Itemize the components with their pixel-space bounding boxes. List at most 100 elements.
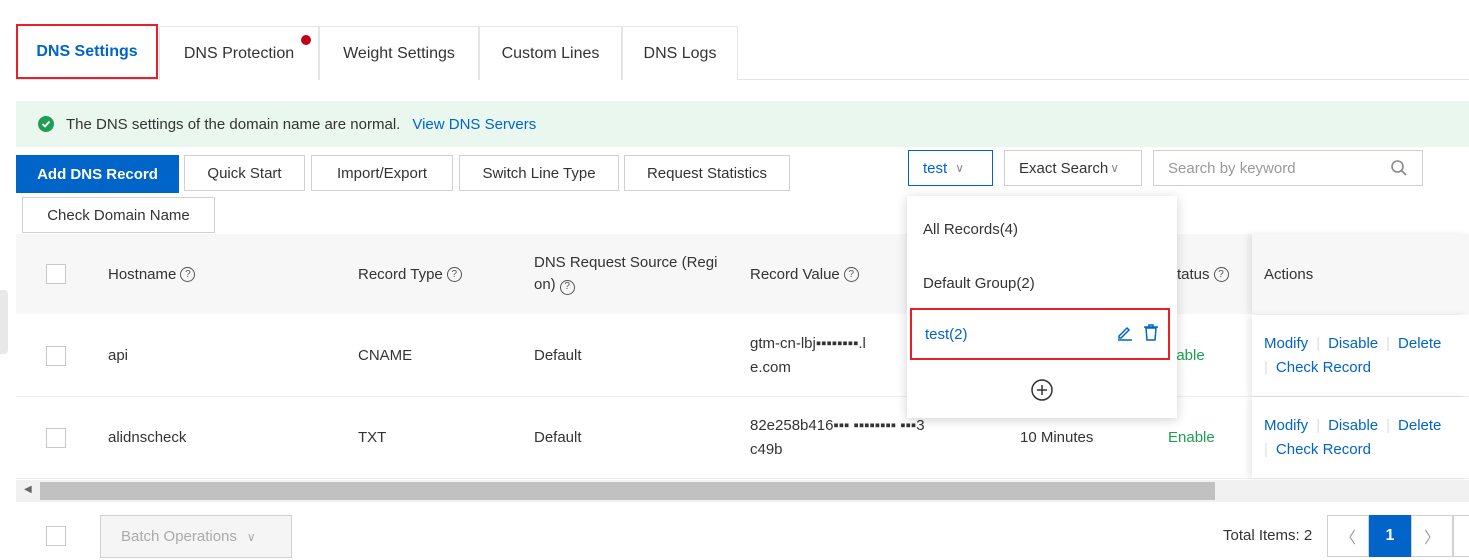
check-record-link[interactable]: Check Record <box>1276 441 1371 458</box>
value-line: c49b <box>750 440 783 458</box>
dropdown-item-default-group[interactable]: Default Group(2) <box>907 256 1177 310</box>
header-label: Record Type <box>358 265 443 283</box>
search-mode-value: Exact Search <box>1019 159 1109 177</box>
tab-label: DNS Protection <box>183 44 295 62</box>
dropdown-item-label: test(2) <box>925 325 968 343</box>
status-notice: The DNS settings of the domain name are … <box>16 101 1469 147</box>
hostname-cell: alidnscheck <box>108 429 187 446</box>
actions-header-col: Actions <box>1252 234 1469 314</box>
help-icon[interactable]: ? <box>843 266 859 282</box>
search-icon[interactable] <box>1390 159 1408 181</box>
notice-text: The DNS settings of the domain name are … <box>66 115 401 133</box>
batch-operations-select[interactable]: Batch Operations ∨ <box>100 515 292 558</box>
actions-cell: Modify | Disable | Delete | Check Record <box>1252 397 1469 478</box>
switch-line-type-button[interactable]: Switch Line Type <box>459 155 619 191</box>
header-hostname: Hostname? <box>108 234 196 314</box>
header-label: DNS Request Source (Regi <box>534 254 718 271</box>
record-type-cell: CNAME <box>358 347 413 364</box>
record-value-cell: gtm-cn-lbj▪▪▪▪▪▪▪▪.l e.com <box>750 315 866 396</box>
notification-dot <box>301 35 311 45</box>
page-size-button[interactable] <box>1453 515 1469 557</box>
left-panel-grip[interactable] <box>0 290 8 354</box>
check-domain-name-button[interactable]: Check Domain Name <box>22 197 215 233</box>
value-line: e.com <box>750 358 791 376</box>
tab-dns-logs[interactable]: DNS Logs <box>622 26 738 80</box>
tab-dns-protection[interactable]: DNS Protection <box>159 26 319 80</box>
prev-page-button[interactable]: 〈 <box>1327 515 1369 557</box>
row-checkbox[interactable] <box>46 427 66 448</box>
tab-label: DNS Settings <box>36 42 138 60</box>
help-icon[interactable]: ? <box>1213 266 1229 282</box>
actions-cell: Modify | Disable | Delete | Check Record <box>1252 315 1469 396</box>
dropdown-item-all-records[interactable]: All Records(4) <box>907 202 1177 256</box>
help-icon[interactable]: ? <box>180 266 196 282</box>
help-icon[interactable]: ? <box>446 266 462 282</box>
header-record-value: Record Value? <box>750 234 859 314</box>
tab-dns-settings[interactable]: DNS Settings <box>16 24 158 79</box>
header-label: Record Value <box>750 265 840 283</box>
value-line: 82e258b416▪▪▪ ▪▪▪▪▪▪▪▪ ▪▪▪3 <box>750 416 925 434</box>
tab-label: Weight Settings <box>343 44 455 62</box>
modify-link[interactable]: Modify <box>1264 417 1308 434</box>
horizontal-scrollbar[interactable]: ◀ <box>16 480 1469 502</box>
table-row: api CNAME Default gtm-cn-lbj▪▪▪▪▪▪▪▪.l e.… <box>16 315 1469 397</box>
tab-custom-lines[interactable]: Custom Lines <box>479 26 622 80</box>
scrollbar-thumb[interactable] <box>40 482 1215 500</box>
delete-link[interactable]: Delete <box>1398 335 1441 352</box>
chevron-down-icon: ∨ <box>955 161 964 175</box>
hostname-cell: api <box>108 347 129 364</box>
row-checkbox[interactable] <box>46 345 66 366</box>
group-dropdown: All Records(4) Default Group(2) test(2) <box>907 196 1177 418</box>
search-box[interactable] <box>1153 150 1423 186</box>
search-mode-select[interactable]: Exact Search ∨ <box>1004 150 1142 186</box>
total-items-text: Total Items: 2 <box>1223 527 1313 544</box>
select-all-checkbox[interactable] <box>46 264 66 284</box>
tab-weight-settings[interactable]: Weight Settings <box>319 26 479 80</box>
header-label: on) <box>534 276 556 293</box>
search-input[interactable] <box>1168 159 1368 177</box>
footer-select-all <box>46 526 66 546</box>
header-label: tatus <box>1177 265 1210 283</box>
add-dns-record-button[interactable]: Add DNS Record <box>16 155 179 193</box>
disable-link[interactable]: Disable <box>1328 335 1378 352</box>
record-value-cell: 82e258b416▪▪▪ ▪▪▪▪▪▪▪▪ ▪▪▪3 c49b <box>750 397 925 478</box>
request-statistics-button[interactable]: Request Statistics <box>624 155 790 191</box>
scroll-left-icon[interactable]: ◀ <box>24 484 32 495</box>
table-header: Hostname? Record Type? DNS Request Sourc… <box>16 234 1469 314</box>
edit-icon[interactable] <box>1116 323 1134 345</box>
group-select[interactable]: test ∨ <box>908 150 993 186</box>
tab-label: DNS Logs <box>643 44 717 62</box>
source-cell: Default <box>534 429 582 446</box>
tab-bar: DNS Settings DNS Protection Weight Setti… <box>16 24 1469 80</box>
page-number-button[interactable]: 1 <box>1369 515 1411 557</box>
source-cell: Default <box>534 347 582 364</box>
delete-link[interactable]: Delete <box>1398 417 1441 434</box>
group-select-value: test <box>923 159 948 177</box>
header-actions: Actions <box>1264 265 1314 283</box>
header-source: DNS Request Source (Regi on)? <box>534 234 734 314</box>
check-circle-icon <box>38 116 54 132</box>
disable-link[interactable]: Disable <box>1328 417 1378 434</box>
header-label: Hostname <box>108 265 177 283</box>
batch-operations-label: Batch Operations <box>121 528 237 545</box>
record-type-cell: TXT <box>358 429 387 446</box>
select-all-cell <box>46 234 66 314</box>
chevron-down-icon: ∨ <box>246 529 256 544</box>
import-export-button[interactable]: Import/Export <box>311 155 453 191</box>
table-row: alidnscheck TXT Default 82e258b416▪▪▪ ▪▪… <box>16 397 1469 479</box>
next-page-button[interactable]: 〉 <box>1411 515 1453 557</box>
dropdown-item-test[interactable]: test(2) <box>910 308 1170 360</box>
modify-link[interactable]: Modify <box>1264 335 1308 352</box>
chevron-down-icon: ∨ <box>1110 161 1120 175</box>
value-line: gtm-cn-lbj▪▪▪▪▪▪▪▪.l <box>750 334 866 352</box>
view-dns-servers-link[interactable]: View DNS Servers <box>412 116 536 133</box>
trash-icon[interactable] <box>1142 323 1160 345</box>
footer-select-all-checkbox[interactable] <box>46 526 66 546</box>
header-record-type: Record Type? <box>358 234 462 314</box>
tab-label: Custom Lines <box>501 44 600 62</box>
help-icon[interactable]: ? <box>559 279 575 295</box>
header-status: tatus? <box>1177 234 1229 314</box>
check-record-link[interactable]: Check Record <box>1276 359 1371 376</box>
add-group-icon[interactable] <box>1030 378 1054 406</box>
quick-start-button[interactable]: Quick Start <box>184 155 305 191</box>
